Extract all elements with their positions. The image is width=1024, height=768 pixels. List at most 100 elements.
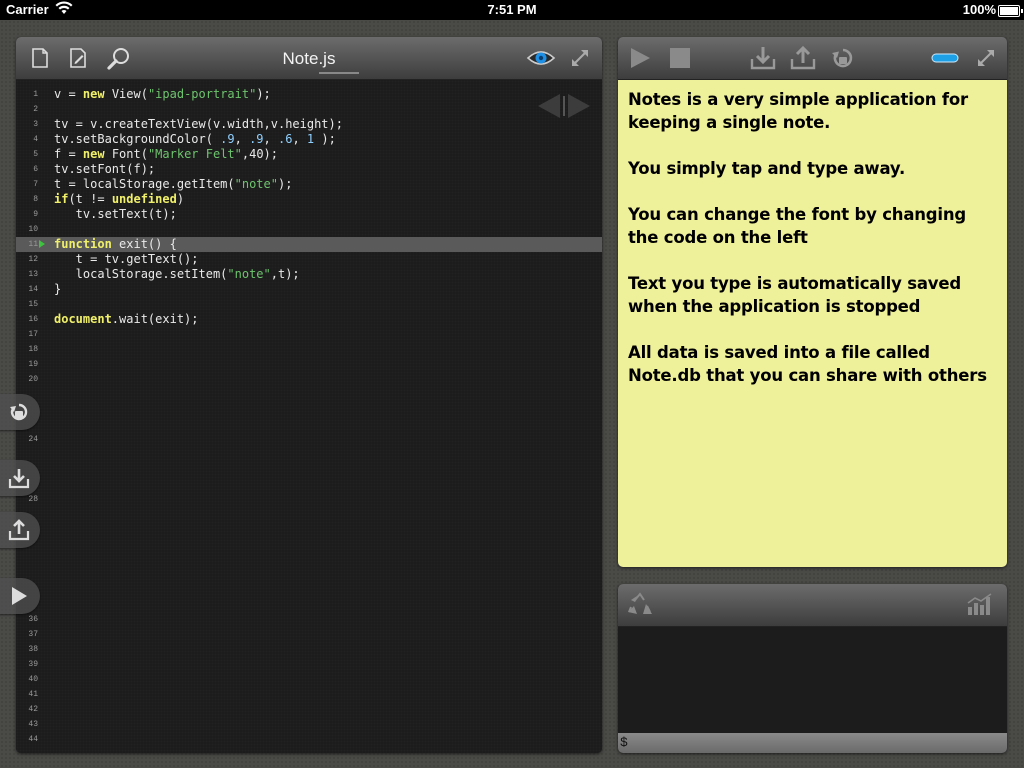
code-line[interactable]: 20 xyxy=(16,372,602,387)
code-text: tv = v.createTextView(v.width,v.height); xyxy=(54,117,343,132)
play-icon xyxy=(12,587,27,605)
code-line[interactable]: 37 xyxy=(16,627,602,642)
code-token: "Marker Felt" xyxy=(147,147,242,161)
note-paragraph: You simply tap and type away. xyxy=(628,159,906,178)
code-line[interactable]: 3 tv = v.createTextView(v.width,v.height)… xyxy=(16,117,602,132)
code-line[interactable]: 30 xyxy=(16,522,602,537)
line-number: 19 xyxy=(28,360,38,369)
code-line[interactable]: 25 xyxy=(16,447,602,462)
editor-toolbar: Note.js xyxy=(16,37,602,80)
code-line[interactable]: 35 xyxy=(16,597,602,612)
code-text: document.wait(exit); xyxy=(54,312,199,327)
console-input[interactable]: $ xyxy=(618,733,1007,753)
line-number: 2 xyxy=(33,105,38,114)
navigation-arrows[interactable] xyxy=(536,93,596,119)
line-number: 13 xyxy=(28,270,38,279)
code-line[interactable]: 14} xyxy=(16,282,602,297)
code-line[interactable]: 23 xyxy=(16,417,602,432)
code-line[interactable]: 6 tv.setFont(f); xyxy=(16,162,602,177)
code-line[interactable]: 22 xyxy=(16,402,602,417)
download-icon[interactable] xyxy=(750,46,776,70)
line-number: 3 xyxy=(33,120,38,129)
minimize-icon[interactable] xyxy=(930,46,960,70)
code-token: "note" xyxy=(234,177,278,191)
code-line[interactable]: 32 xyxy=(16,552,602,567)
code-line[interactable]: 26 xyxy=(16,462,602,477)
chart-icon[interactable] xyxy=(966,593,994,617)
code-line[interactable]: 18 xyxy=(16,342,602,357)
app-output-panel: Notes is a very simple application for k… xyxy=(618,37,1007,567)
expand-icon[interactable] xyxy=(568,46,592,70)
code-text: localStorage.setItem("note",t); xyxy=(54,267,300,282)
line-number: 41 xyxy=(28,690,38,699)
code-line[interactable]: 39 xyxy=(16,657,602,672)
restart-button[interactable] xyxy=(0,394,40,430)
code-token: Font( xyxy=(104,147,148,161)
code-line[interactable]: 2 xyxy=(16,102,602,117)
line-number: 42 xyxy=(28,705,38,714)
code-token: tv = v.createTextView(v.width,v.height); xyxy=(54,117,343,131)
code-line[interactable]: 42 xyxy=(16,702,602,717)
code-line[interactable]: 7 t = localStorage.getItem("note"); xyxy=(16,177,602,192)
console-prompt: $ xyxy=(620,735,628,750)
console-panel: $ xyxy=(618,584,1007,753)
breakpoint-marker-icon xyxy=(39,240,45,248)
upload-button[interactable] xyxy=(0,512,40,548)
eye-icon[interactable] xyxy=(526,46,556,70)
code-token: undefined xyxy=(111,192,177,206)
line-number: 24 xyxy=(28,435,38,444)
code-line[interactable]: 40 xyxy=(16,672,602,687)
code-text: t = localStorage.getItem("note"); xyxy=(54,177,292,192)
code-line[interactable]: 21 xyxy=(16,387,602,402)
code-line[interactable]: 5 f = new Font("Marker Felt",40); xyxy=(16,147,602,162)
code-line[interactable]: 4 tv.setBackgroundColor( .9, .9, .6, 1 ); xyxy=(16,132,602,147)
code-line[interactable]: 10 xyxy=(16,222,602,237)
note-text-view[interactable]: Notes is a very simple application for k… xyxy=(618,80,1007,567)
code-line[interactable]: 38 xyxy=(16,642,602,657)
stop-icon[interactable] xyxy=(668,46,692,70)
download-button[interactable] xyxy=(0,460,40,496)
code-line[interactable]: 9 tv.setText(t); xyxy=(16,207,602,222)
code-line[interactable]: 8 if(t != undefined) xyxy=(16,192,602,207)
battery-percent: 100% xyxy=(962,2,996,17)
code-text: t = tv.getText(); xyxy=(54,252,199,267)
code-token: t = tv.getText(); xyxy=(54,252,199,266)
code-line[interactable]: 11 function exit() { xyxy=(16,237,602,252)
play-icon[interactable] xyxy=(628,46,652,70)
code-token: tv.setFont(f); xyxy=(54,162,156,176)
code-line[interactable]: 41 xyxy=(16,687,602,702)
line-number: 18 xyxy=(28,345,38,354)
code-line[interactable]: 15 xyxy=(16,297,602,312)
code-line[interactable]: 34 xyxy=(16,582,602,597)
code-line[interactable]: 43 xyxy=(16,717,602,732)
note-paragraph: Notes is a very simple application for k… xyxy=(628,90,974,132)
run-button[interactable] xyxy=(0,578,40,614)
restart-icon[interactable] xyxy=(831,46,855,70)
code-token: "ipad-portrait" xyxy=(147,87,257,101)
line-number: 1 xyxy=(33,90,38,99)
code-line[interactable]: 12 t = tv.getText(); xyxy=(16,252,602,267)
code-line[interactable]: 33 xyxy=(16,567,602,582)
code-line[interactable]: 24 xyxy=(16,432,602,447)
code-line[interactable]: 29 xyxy=(16,507,602,522)
code-token: } xyxy=(54,282,62,296)
code-line[interactable]: 28 xyxy=(16,492,602,507)
code-line[interactable]: 27 xyxy=(16,477,602,492)
code-token: tv.setText(t); xyxy=(54,207,177,221)
code-area[interactable]: 1v = new View("ipad-portrait"); 2 3 tv = v.… xyxy=(16,80,602,753)
code-line[interactable]: 19 xyxy=(16,357,602,372)
code-line[interactable]: 31 xyxy=(16,537,602,552)
code-token: .6 xyxy=(277,132,293,146)
code-line[interactable]: 13 localStorage.setItem("note",t); xyxy=(16,267,602,282)
code-text: tv.setFont(f); xyxy=(54,162,155,177)
code-line[interactable]: 44 xyxy=(16,732,602,747)
upload-icon[interactable] xyxy=(790,45,816,70)
code-line[interactable]: 16 document.wait(exit); xyxy=(16,312,602,327)
code-line[interactable]: 1 v = new View("ipad-portrait"); xyxy=(16,87,602,102)
code-line[interactable]: 17 xyxy=(16,327,602,342)
expand-icon[interactable] xyxy=(974,46,998,70)
line-number: 39 xyxy=(28,660,38,669)
recycle-icon[interactable] xyxy=(626,592,652,616)
code-token: (t != xyxy=(68,192,112,206)
code-line[interactable]: 36 xyxy=(16,612,602,627)
